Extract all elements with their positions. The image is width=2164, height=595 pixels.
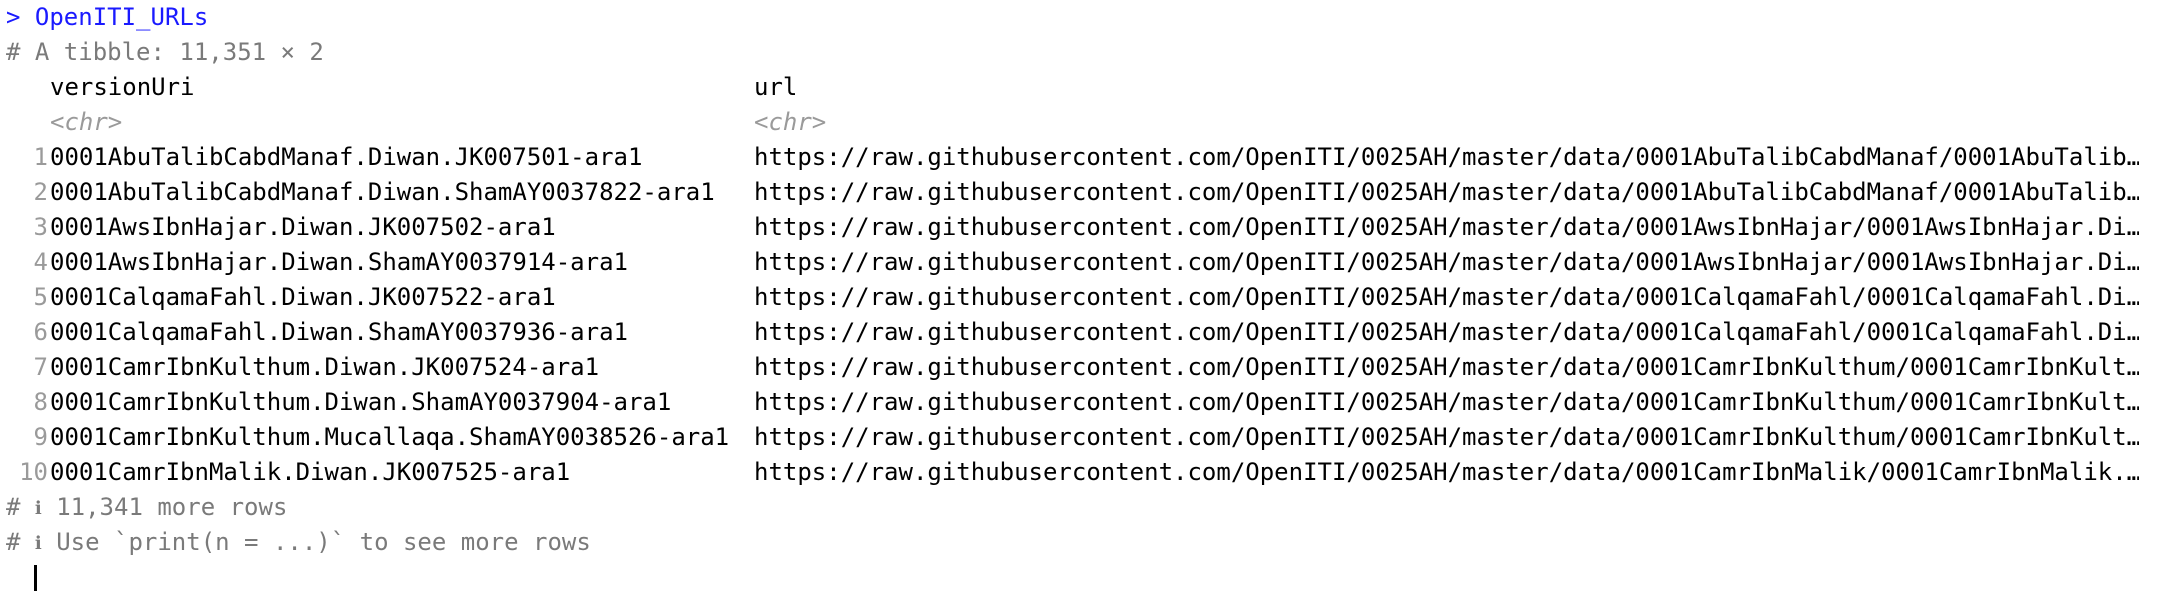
column-header-row: versionUri url xyxy=(6,70,2164,105)
cell-url: https://raw.githubusercontent.com/OpenIT… xyxy=(754,423,2139,451)
cell-versionuri: 0001CamrIbnKulthum.Diwan.JK007524-ara1 xyxy=(50,353,600,381)
print-hint-text: Use `print(n = ...)` to see more rows xyxy=(56,528,591,556)
cell-versionuri: 0001CalqamaFahl.Diwan.JK007522-ara1 xyxy=(50,283,556,311)
row-number: 7 xyxy=(33,353,48,381)
console-output: > OpenITI_URLs # A tibble: 11,351 × 2 ve… xyxy=(6,0,2164,595)
more-rows-text: 11,341 more rows xyxy=(56,493,288,521)
table-row: 10 0001CamrIbnMalik.Diwan.JK007525-ara1 … xyxy=(6,455,2164,490)
info-icon: ℹ xyxy=(34,533,42,554)
table-row: 6 0001CalqamaFahl.Diwan.ShamAY0037936-ar… xyxy=(6,315,2164,350)
cell-url: https://raw.githubusercontent.com/OpenIT… xyxy=(754,213,2139,241)
cell-versionuri: 0001AbuTalibCabdManaf.Diwan.ShamAY003782… xyxy=(50,178,715,206)
column-header-url: url xyxy=(754,73,798,101)
table-row: 5 0001CalqamaFahl.Diwan.JK007522-ara1 ht… xyxy=(6,280,2164,315)
cell-url: https://raw.githubusercontent.com/OpenIT… xyxy=(754,283,2139,311)
command-text: OpenITI_URLs xyxy=(34,3,209,31)
cell-versionuri: 0001AbuTalibCabdManaf.Diwan.JK007501-ara… xyxy=(50,143,643,171)
more-rows-note: # ℹ 11,341 more rows xyxy=(6,490,2164,525)
column-type-url: <chr> xyxy=(754,108,827,136)
cell-versionuri: 0001AwsIbnHajar.Diwan.JK007502-ara1 xyxy=(50,213,556,241)
cell-url: https://raw.githubusercontent.com/OpenIT… xyxy=(754,458,2139,486)
comment-prefix: # xyxy=(6,493,21,521)
table-row: 2 0001AbuTalibCabdManaf.Diwan.ShamAY0037… xyxy=(6,175,2164,210)
row-number: 8 xyxy=(33,388,48,416)
cell-url: https://raw.githubusercontent.com/OpenIT… xyxy=(754,353,2139,381)
console-input-line[interactable] xyxy=(6,560,2164,595)
row-number: 5 xyxy=(33,283,48,311)
row-number: 2 xyxy=(33,178,48,206)
table-row: 8 0001CamrIbnKulthum.Diwan.ShamAY0037904… xyxy=(6,385,2164,420)
table-row: 7 0001CamrIbnKulthum.Diwan.JK007524-ara1… xyxy=(6,350,2164,385)
print-hint-note: # ℹ Use `print(n = ...)` to see more row… xyxy=(6,525,2164,560)
table-row: 3 0001AwsIbnHajar.Diwan.JK007502-ara1 ht… xyxy=(6,210,2164,245)
row-number: 4 xyxy=(33,248,48,276)
cell-versionuri: 0001CamrIbnKulthum.Mucallaqa.ShamAY00385… xyxy=(50,423,730,451)
cell-url: https://raw.githubusercontent.com/OpenIT… xyxy=(754,248,2139,276)
row-number: 1 xyxy=(33,143,48,171)
column-header-versionuri: versionUri xyxy=(50,73,195,101)
row-number: 9 xyxy=(33,423,48,451)
cell-url: https://raw.githubusercontent.com/OpenIT… xyxy=(754,143,2139,171)
cell-versionuri: 0001AwsIbnHajar.Diwan.ShamAY0037914-ara1 xyxy=(50,248,628,276)
r-console[interactable]: { "console": { "prompt_symbol": ">", "co… xyxy=(0,0,2164,591)
cell-url: https://raw.githubusercontent.com/OpenIT… xyxy=(754,178,2139,206)
table-row: 9 0001CamrIbnKulthum.Mucallaqa.ShamAY003… xyxy=(6,420,2164,455)
prompt-symbol: > xyxy=(6,3,21,31)
row-number: 10 xyxy=(19,458,48,486)
tibble-header: # A tibble: 11,351 × 2 xyxy=(6,38,324,66)
column-type-versionuri: <chr> xyxy=(50,108,123,136)
cell-url: https://raw.githubusercontent.com/OpenIT… xyxy=(754,388,2139,416)
cell-versionuri: 0001CalqamaFahl.Diwan.ShamAY0037936-ara1 xyxy=(50,318,628,346)
cell-versionuri: 0001CamrIbnMalik.Diwan.JK007525-ara1 xyxy=(50,458,571,486)
column-type-row: <chr> <chr> xyxy=(6,105,2164,140)
cell-url: https://raw.githubusercontent.com/OpenIT… xyxy=(754,318,2139,346)
table-row: 1 0001AbuTalibCabdManaf.Diwan.JK007501-a… xyxy=(6,140,2164,175)
info-icon: ℹ xyxy=(34,498,42,519)
command-line: > OpenITI_URLs xyxy=(6,0,2164,35)
table-row: 4 0001AwsIbnHajar.Diwan.ShamAY0037914-ar… xyxy=(6,245,2164,280)
row-number: 3 xyxy=(33,213,48,241)
comment-prefix: # xyxy=(6,528,21,556)
row-number: 6 xyxy=(33,318,48,346)
cell-versionuri: 0001CamrIbnKulthum.Diwan.ShamAY0037904-a… xyxy=(50,388,672,416)
text-cursor xyxy=(34,565,37,591)
